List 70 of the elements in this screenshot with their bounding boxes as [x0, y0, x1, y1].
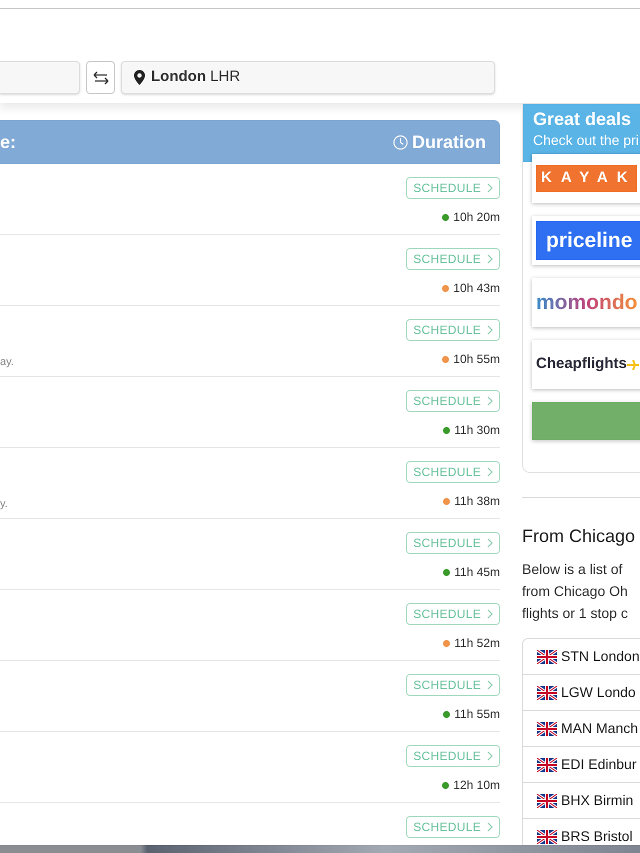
uk-flag-icon: [537, 830, 557, 844]
airport-name: LGW Londo: [561, 683, 636, 702]
uk-flag-icon: [537, 686, 557, 700]
duration-text: 11h 52m: [454, 635, 500, 652]
uk-flag-icon: [537, 758, 557, 772]
chevron-right-icon: [487, 254, 493, 264]
provider-card[interactable]: momondo: [532, 278, 640, 327]
schedule-button[interactable]: SCHEDULE: [406, 674, 500, 696]
airport-item[interactable]: STN London: [523, 639, 640, 675]
schedule-button[interactable]: SCHEDULE: [406, 603, 500, 625]
deal-button[interactable]: [532, 402, 640, 440]
schedule-button[interactable]: SCHEDULE: [406, 532, 500, 554]
clock-icon: [393, 134, 408, 150]
duration-text: 11h 45m: [454, 564, 500, 581]
deals-subtitle: Check out the pri: [533, 131, 640, 150]
airport-item[interactable]: MAN Manch: [523, 711, 640, 747]
schedule-button[interactable]: SCHEDULE: [406, 461, 500, 483]
airport-name: EDI Edinbur: [561, 755, 636, 774]
uk-flag-icon: [537, 794, 557, 808]
chevron-right-icon: [487, 751, 493, 761]
duration-text: 10h 43m: [453, 280, 500, 297]
schedule-button[interactable]: SCHEDULE: [406, 319, 500, 341]
chevron-right-icon: [487, 538, 493, 548]
uk-flag-icon: [537, 722, 557, 736]
intro-text-line: flights or 1 stop c: [522, 604, 629, 623]
provider-logo: Cheapflights: [536, 354, 627, 374]
duration-text: 10h 55m: [453, 351, 500, 368]
chevron-right-icon: [487, 396, 493, 406]
schedule-button[interactable]: SCHEDULE: [406, 248, 500, 270]
airport-item[interactable]: LGW Londo: [523, 675, 640, 711]
swap-button[interactable]: [86, 61, 115, 94]
airport-item[interactable]: BHX Birmin: [523, 783, 640, 819]
airport-name: BHX Birmin: [561, 791, 634, 810]
destination-field[interactable]: London LHR: [121, 61, 495, 94]
provider-logo: KAYAK: [536, 165, 637, 192]
duration-text: 10h 20m: [453, 209, 500, 226]
uk-flag-icon: [537, 650, 557, 664]
chevron-right-icon: [487, 183, 493, 193]
schedule-button[interactable]: SCHEDULE: [406, 390, 500, 412]
chevron-right-icon: [487, 609, 493, 619]
airport-item[interactable]: EDI Edinbur: [523, 747, 640, 783]
intro-text-line: Below is a list of: [522, 560, 624, 579]
plane-icon: [626, 360, 639, 370]
location-pin-icon: [134, 70, 145, 85]
intro-text-line: from Chicago Oh: [522, 582, 629, 601]
sort-label[interactable]: Duration: [412, 128, 486, 156]
provider-card[interactable]: Cheapflights: [532, 340, 640, 389]
origin-field[interactable]: [0, 61, 80, 94]
schedule-button[interactable]: SCHEDULE: [406, 745, 500, 767]
swap-icon: [92, 70, 108, 84]
flight-note: y.: [0, 497, 8, 512]
chevron-right-icon: [487, 325, 493, 335]
airport-name: MAN Manch: [561, 719, 638, 738]
header-title: e:: [0, 130, 16, 154]
section-heading: From Chicago: [522, 525, 636, 548]
chevron-right-icon: [487, 822, 493, 832]
duration-text: 11h 55m: [454, 706, 500, 723]
duration-text: 12h 10m: [453, 777, 500, 794]
duration-text: 11h 38m: [454, 493, 500, 510]
flight-note: ay.: [0, 355, 14, 370]
provider-card[interactable]: KAYAK: [532, 154, 640, 203]
chevron-right-icon: [487, 680, 493, 690]
schedule-button[interactable]: SCHEDULE: [406, 177, 500, 199]
schedule-button[interactable]: SCHEDULE: [406, 816, 500, 838]
duration-text: 11h 30m: [454, 422, 500, 439]
deals-title: Great deals: [533, 108, 632, 130]
destination-text: London LHR: [151, 67, 240, 88]
airport-name: BRS Bristol: [561, 827, 633, 846]
chevron-right-icon: [487, 467, 493, 477]
airport-name: STN London: [561, 647, 640, 666]
